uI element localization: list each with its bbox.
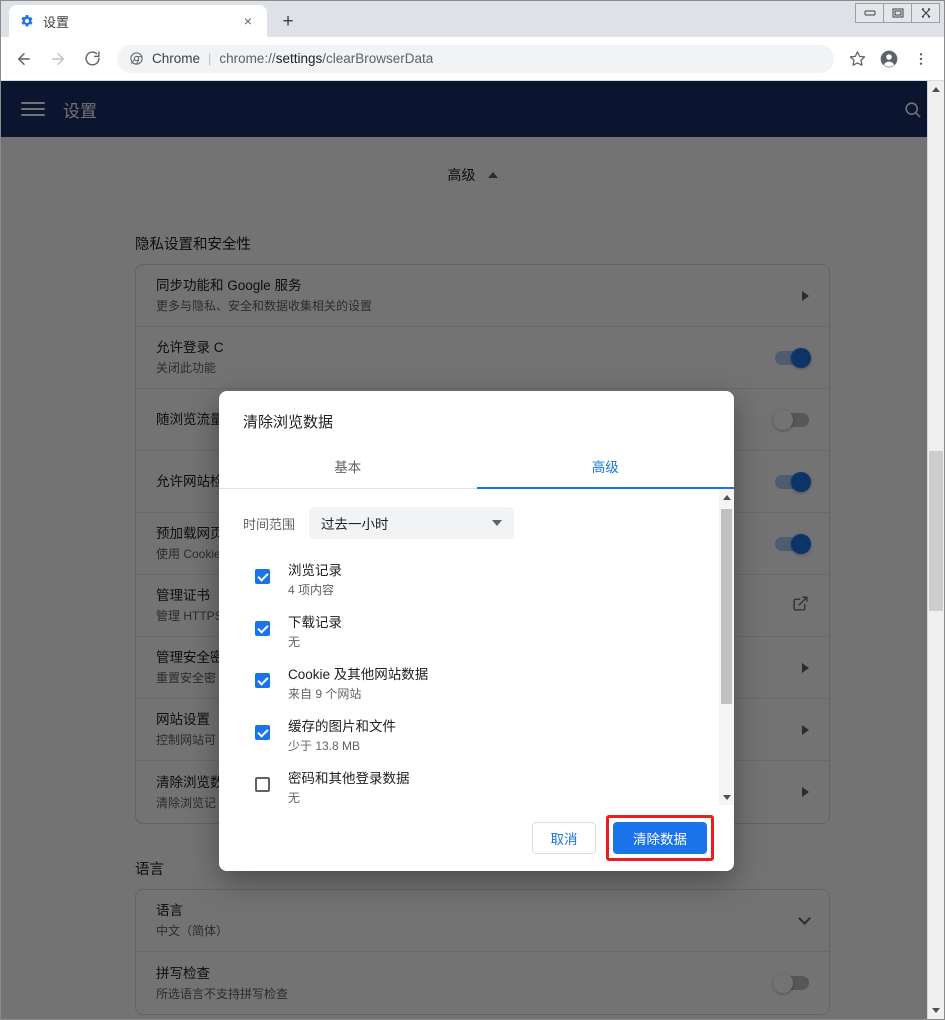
checkbox-row-cached-files[interactable]: 缓存的图片和文件 少于 13.8 MB xyxy=(243,717,710,755)
time-range-select[interactable]: 过去一小时 xyxy=(309,507,515,539)
checkbox-text: 浏览记录 4 项内容 xyxy=(288,561,342,599)
checkbox[interactable] xyxy=(255,621,270,636)
tab-advanced[interactable]: 高级 xyxy=(476,446,735,489)
checkbox-text: Cookie 及其他网站数据 来自 9 个网站 xyxy=(288,665,428,703)
tab-basic[interactable]: 基本 xyxy=(219,446,477,488)
new-tab-button[interactable]: + xyxy=(273,6,303,36)
checkbox-row-download-history[interactable]: 下载记录 无 xyxy=(243,613,710,651)
dialog-tabs: 基本 高级 xyxy=(219,446,734,489)
reload-icon[interactable] xyxy=(77,44,107,74)
address-bar[interactable]: Chrome | chrome://settings/clearBrowserD… xyxy=(117,44,834,73)
checkbox-row-passwords[interactable]: 密码和其他登录数据 无 xyxy=(243,769,710,805)
dialog-body: 时间范围 过去一小时 浏览记录 4 项内容 下载记录 无 Cookie 及其他网… xyxy=(219,489,734,805)
settings-page: 设置 高级 隐私设置和安全性 同步功能和 Google 服务 更多与隐私、 xyxy=(1,81,944,1019)
page-scroll-up-arrow-icon[interactable] xyxy=(928,81,944,98)
dialog-scrollbar[interactable] xyxy=(719,489,734,805)
checkbox-sublabel: 4 项内容 xyxy=(288,583,335,597)
checkbox[interactable] xyxy=(255,725,270,740)
url-suffix: /clearBrowserData xyxy=(322,51,434,66)
time-range-value: 过去一小时 xyxy=(321,517,389,532)
checkbox-label: 缓存的图片和文件 xyxy=(288,719,396,734)
address-bar-url: chrome://settings/clearBrowserData xyxy=(219,51,433,66)
checkbox-row-cookies[interactable]: Cookie 及其他网站数据 来自 9 个网站 xyxy=(243,665,710,703)
account-icon[interactable] xyxy=(874,44,904,74)
star-icon[interactable] xyxy=(842,44,872,74)
checkbox-sublabel: 来自 9 个网站 xyxy=(288,687,362,701)
dialog-title: 清除浏览数据 xyxy=(243,414,334,431)
url-prefix: chrome:// xyxy=(219,51,276,66)
scroll-up-arrow-icon[interactable] xyxy=(719,489,734,505)
checkbox-text: 缓存的图片和文件 少于 13.8 MB xyxy=(288,717,396,755)
time-range-field: 时间范围 过去一小时 xyxy=(243,507,710,539)
clear-data-button[interactable]: 清除数据 xyxy=(613,822,707,854)
dialog-footer: 取消 清除数据 xyxy=(219,805,734,871)
maximize-icon[interactable] xyxy=(883,3,912,23)
page-scrollbar[interactable] xyxy=(927,81,944,1019)
checkbox-label: 密码和其他登录数据 xyxy=(288,771,410,786)
chevron-down-icon xyxy=(492,520,503,526)
checkbox-sublabel: 无 xyxy=(288,791,301,805)
page-scroll-down-arrow-icon[interactable] xyxy=(928,1002,944,1019)
url-highlight: settings xyxy=(275,51,323,66)
three-dot-menu-icon[interactable] xyxy=(906,44,936,74)
checkbox-label: 浏览记录 xyxy=(288,563,342,578)
checkbox[interactable] xyxy=(255,673,270,688)
checkbox-text: 下载记录 无 xyxy=(288,613,342,651)
dialog-scroll-content: 时间范围 过去一小时 浏览记录 4 项内容 下载记录 无 Cookie 及其他网… xyxy=(219,489,734,805)
window-controls xyxy=(855,3,940,23)
chrome-logo-icon xyxy=(129,51,144,66)
minimize-icon[interactable] xyxy=(855,3,884,23)
omnibox-separator: | xyxy=(208,51,212,66)
highlight-box: 清除数据 xyxy=(606,815,714,861)
site-chip-label: Chrome xyxy=(152,51,201,66)
dialog-scrollbar-thumb[interactable] xyxy=(721,509,732,704)
tab-close-icon[interactable]: × xyxy=(239,12,257,30)
forward-arrow-icon xyxy=(43,44,73,74)
close-icon[interactable] xyxy=(911,3,940,23)
tab-title: 设置 xyxy=(43,14,70,30)
browser-toolbar: Chrome | chrome://settings/clearBrowserD… xyxy=(1,37,944,81)
checkbox[interactable] xyxy=(255,569,270,584)
checkbox[interactable] xyxy=(255,777,270,792)
checkbox-label: 下载记录 xyxy=(288,615,342,630)
browser-window: 设置 × + Chrome | chrome://settings/clearB… xyxy=(0,0,945,1020)
checkbox-text: 密码和其他登录数据 无 xyxy=(288,769,410,805)
cancel-button[interactable]: 取消 xyxy=(532,822,596,854)
clear-browsing-data-dialog: 清除浏览数据 基本 高级 时间范围 过去一小时 浏览记录 4 项内容 下载记录 … xyxy=(219,391,734,871)
back-arrow-icon[interactable] xyxy=(9,44,39,74)
checkbox-label: Cookie 及其他网站数据 xyxy=(288,667,429,682)
checkbox-sublabel: 无 xyxy=(288,635,301,649)
scroll-down-arrow-icon[interactable] xyxy=(719,789,734,805)
checkbox-row-browsing-history[interactable]: 浏览记录 4 项内容 xyxy=(243,561,710,599)
time-range-label: 时间范围 xyxy=(243,516,296,532)
page-scrollbar-thumb[interactable] xyxy=(929,451,943,611)
browser-tab-settings[interactable]: 设置 × xyxy=(9,5,267,37)
tab-strip: 设置 × + xyxy=(1,1,944,37)
checkbox-sublabel: 少于 13.8 MB xyxy=(288,739,361,753)
gear-icon xyxy=(19,13,35,29)
